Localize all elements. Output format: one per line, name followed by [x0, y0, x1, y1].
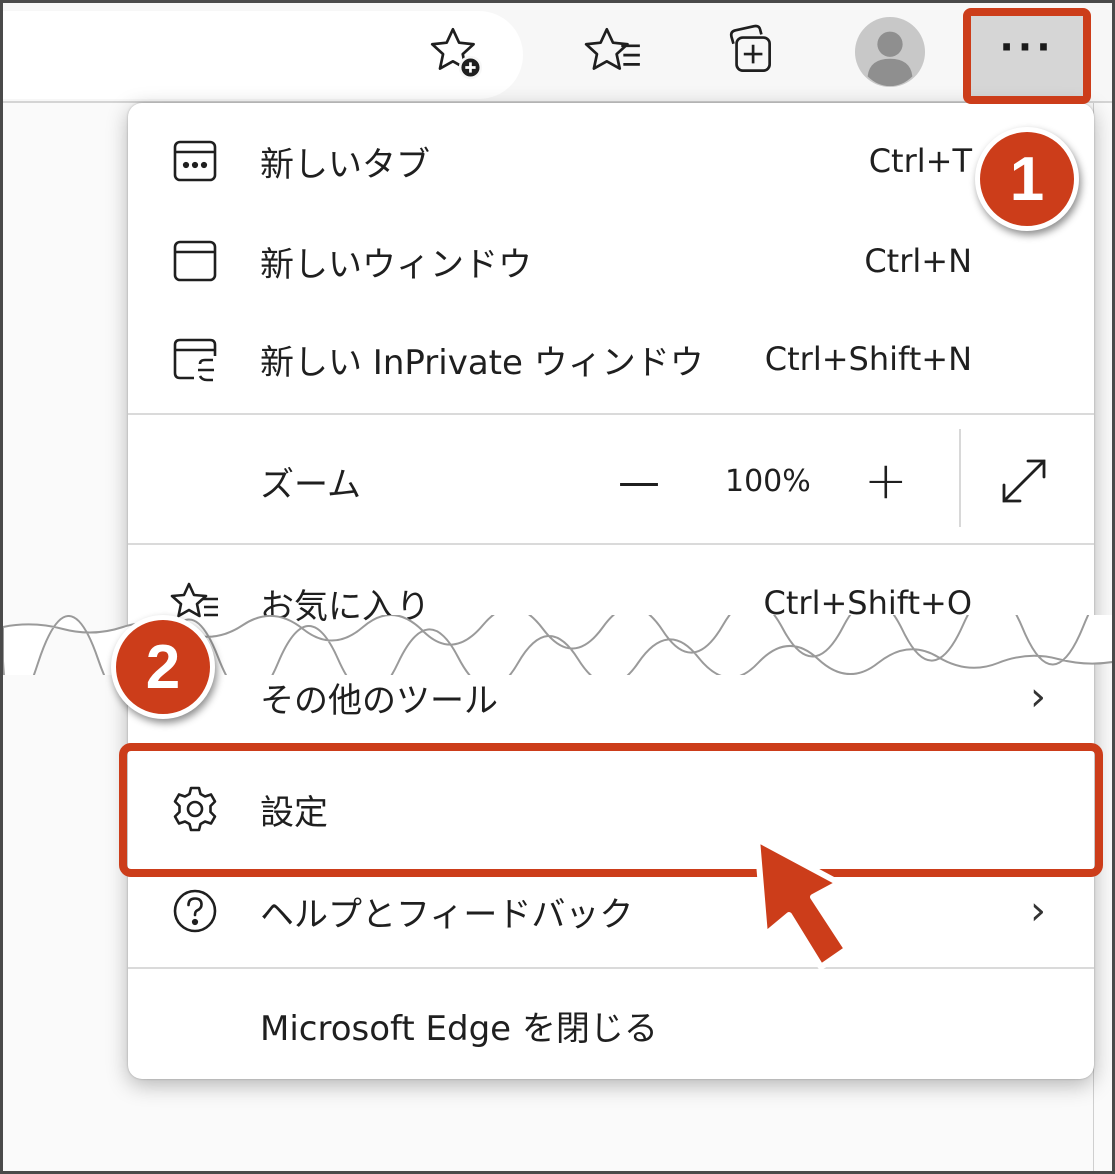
zoom-in-button[interactable]: +	[864, 451, 908, 511]
menu-item-new-tab[interactable]: 新しいタブ Ctrl+T	[128, 111, 1094, 211]
menu-item-zoom: ズーム — 100% +	[128, 431, 1094, 531]
settings-and-more-menu: 新しいタブ Ctrl+T 新しいウィンドウ Ctrl+N 新しい InPriva…	[128, 103, 1094, 1079]
browser-window: ··· 新しいタブ Ctrl+T 新しいウィンドウ Ctrl+N 新しい InP…	[0, 0, 1115, 1174]
menu-item-close-edge[interactable]: Microsoft Edge を閉じる	[128, 975, 1094, 1075]
browser-toolbar: ···	[3, 3, 1112, 103]
collections-icon[interactable]	[715, 17, 785, 87]
zoom-level: 100%	[725, 463, 811, 499]
zoom-divider	[959, 429, 961, 527]
chevron-right-icon: ›	[1030, 888, 1046, 934]
chevron-right-icon: ›	[1030, 674, 1046, 720]
menu-separator	[128, 543, 1094, 545]
menu-item-label: 新しいウィンドウ	[260, 244, 532, 285]
favorites-icon[interactable]	[578, 17, 648, 87]
menu-separator	[128, 967, 1094, 969]
new-window-icon	[168, 234, 222, 288]
zoom-out-button[interactable]: —	[618, 457, 660, 506]
zoom-label: ズーム	[260, 464, 361, 505]
menu-separator	[128, 413, 1094, 415]
pointer-arrow-icon	[754, 836, 850, 970]
menu-item-label: 新しいタブ	[260, 144, 430, 185]
profile-icon	[854, 16, 926, 88]
menu-item-shortcut: Ctrl+T	[868, 142, 972, 180]
menu-item-label: ヘルプとフィードバック	[260, 894, 634, 935]
step1-highlight-box	[963, 8, 1091, 104]
add-favorite-icon[interactable]	[421, 17, 491, 87]
menu-item-shortcut: Ctrl+N	[864, 242, 972, 280]
menu-item-shortcut: Ctrl+Shift+N	[764, 340, 972, 378]
menu-item-new-inprivate-window[interactable]: 新しい InPrivate ウィンドウ Ctrl+Shift+N	[128, 309, 1094, 409]
inprivate-window-icon	[168, 332, 222, 386]
help-icon	[168, 884, 222, 938]
menu-item-label: その他のツール	[260, 680, 498, 721]
fullscreen-icon[interactable]	[998, 455, 1050, 507]
new-tab-icon	[168, 134, 222, 188]
menu-item-new-window[interactable]: 新しいウィンドウ Ctrl+N	[128, 211, 1094, 311]
step2-badge: 2	[111, 615, 215, 719]
profile-avatar[interactable]	[853, 15, 927, 89]
menu-item-label: Microsoft Edge を閉じる	[260, 1008, 658, 1049]
step1-badge: 1	[975, 127, 1079, 231]
settings-highlight-box	[119, 743, 1103, 877]
menu-item-label: 新しい InPrivate ウィンドウ	[260, 342, 704, 383]
